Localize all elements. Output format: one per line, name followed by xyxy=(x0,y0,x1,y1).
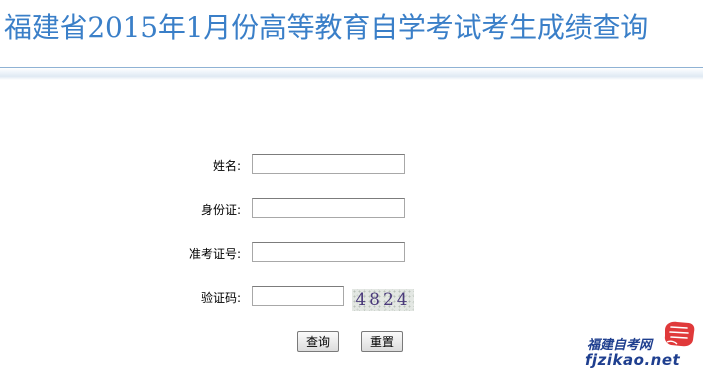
captcha-label: 验证码: xyxy=(200,291,241,305)
query-button[interactable]: 查询 xyxy=(297,331,339,352)
captcha-image[interactable]: 4824 xyxy=(352,289,414,311)
name-row: 姓名: xyxy=(0,154,703,178)
exam-number-input[interactable] xyxy=(252,242,405,262)
reset-button[interactable]: 重置 xyxy=(361,331,403,352)
name-label: 姓名: xyxy=(212,159,241,173)
logo-url-text: fjzikao.net xyxy=(585,351,681,369)
id-label: 身份证: xyxy=(200,203,241,217)
page-title: 福建省2015年1月份高等教育自学考试考生成绩查询 xyxy=(4,11,649,44)
title-divider xyxy=(0,67,703,80)
id-row: 身份证: xyxy=(0,198,703,222)
exam-no-label: 准考证号: xyxy=(188,247,241,261)
captcha-input[interactable] xyxy=(252,286,344,306)
site-logo: 福建自考网 fjzikao.net xyxy=(583,318,701,370)
id-number-input[interactable] xyxy=(252,198,405,218)
name-input[interactable] xyxy=(252,154,405,174)
fist-icon xyxy=(664,321,695,347)
exam-no-row: 准考证号: xyxy=(0,242,703,266)
